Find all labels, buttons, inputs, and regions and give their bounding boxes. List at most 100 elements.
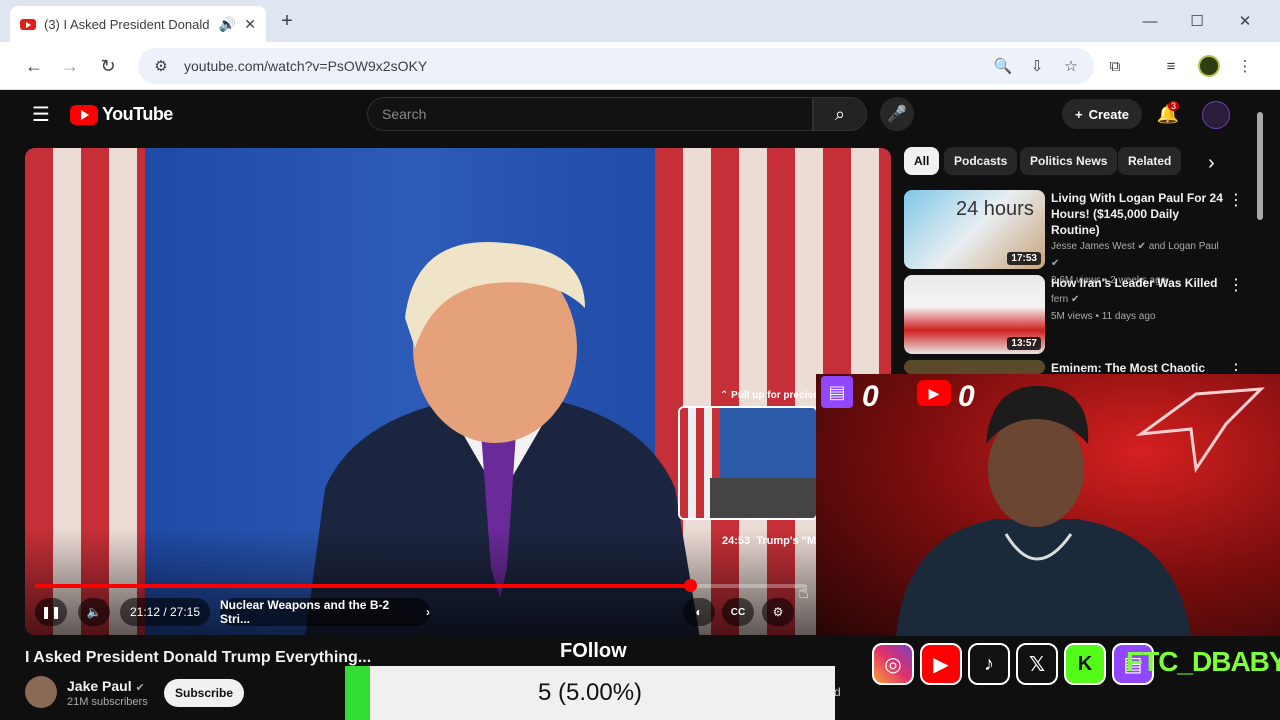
search-input[interactable]: Search <box>367 97 813 131</box>
duration-badge: 17:53 <box>1007 252 1041 265</box>
bookmark-star-icon[interactable]: ☆ <box>1060 55 1082 77</box>
verified-check-icon: ✔ <box>1071 294 1080 305</box>
preview-time: 24:53 Trump's "M <box>722 535 816 547</box>
video-thumbnail[interactable]: 24 hours 17:53 <box>904 190 1045 269</box>
webcam-overlay <box>816 374 1280 636</box>
streamer-handle: FTC_DBABY <box>1126 646 1280 677</box>
channel-extra-text: and Logan Paul <box>1148 241 1219 252</box>
maximize-icon[interactable]: ☐ <box>1182 8 1212 34</box>
account-avatar[interactable] <box>1202 101 1230 129</box>
create-label: Create <box>1088 106 1130 122</box>
kick-icon: K <box>1064 643 1106 685</box>
video-thumbnail[interactable] <box>904 360 1045 374</box>
recommendation-item[interactable]: Eminem: The Most Chaotic ⋮ <box>904 360 1244 379</box>
recommendation-channel: fern ✔ <box>1051 291 1229 308</box>
media-controls-icon[interactable]: ≡ <box>1160 55 1182 77</box>
verified-check-icon: ✔ <box>1051 258 1060 269</box>
preview-timestamp: 24:53 <box>722 535 751 547</box>
site-info-icon[interactable]: ⚙ <box>150 55 172 77</box>
social-icons: ◎ ▶ ♪ 𝕏 K ▤ <box>872 643 1154 685</box>
chip-politics-news[interactable]: Politics News <box>1020 147 1118 175</box>
pause-icon[interactable]: ❚❚ <box>35 598 67 626</box>
new-tab-button[interactable]: + <box>276 10 298 32</box>
hamburger-menu-icon[interactable]: ☰ <box>30 103 52 126</box>
autoplay-toggle-icon[interactable]: ◐ <box>683 598 715 626</box>
subscribe-button[interactable]: Subscribe <box>164 679 244 707</box>
youtube-icon: ▶ <box>917 380 951 406</box>
audio-playing-icon[interactable]: 🔊 <box>219 16 236 33</box>
mouse-cursor-icon: ☝ <box>798 582 809 602</box>
chevron-up-icon: ⌃ <box>720 390 729 401</box>
follow-goal-bar: 5 (5.00%) <box>345 666 835 720</box>
address-bar[interactable]: ⚙ youtube.com/watch?v=PsOW9x2sOKY 🔍 ⇩ ☆ <box>138 48 1094 84</box>
chip-podcasts[interactable]: Podcasts <box>944 147 1018 175</box>
twitch-count: 0 <box>862 380 879 413</box>
chapter-title: Nuclear Weapons and the B-2 Stri... <box>220 598 390 626</box>
more-options-icon[interactable]: ⋮ <box>1228 190 1244 210</box>
more-options-icon[interactable]: ⋮ <box>1228 275 1244 295</box>
recommendation-title[interactable]: Living With Logan Paul For 24 Hours! ($1… <box>1051 190 1229 238</box>
recommendation-meta: 5M views • 11 days ago <box>1051 311 1156 322</box>
create-button[interactable]: + Create <box>1062 99 1142 129</box>
youtube-favicon-icon <box>20 18 36 30</box>
browser-toolbar: ← → ↻ ⚙ youtube.com/watch?v=PsOW9x2sOKY … <box>0 42 1280 90</box>
duration-badge: 13:57 <box>1007 337 1041 350</box>
preview-hint-text: Pull up for precise s <box>731 390 827 401</box>
chevron-right-icon: › <box>426 605 430 619</box>
streamer-figure <box>896 385 1191 636</box>
recommendation-title[interactable]: How Iran's Leader Was Killed <box>1051 275 1229 291</box>
time-display: 21:12 / 27:15 <box>120 598 210 626</box>
install-app-icon[interactable]: ⇩ <box>1026 55 1048 77</box>
close-window-icon[interactable]: ✕ <box>1230 8 1260 34</box>
channel-avatar[interactable] <box>25 676 57 708</box>
url-text[interactable]: youtube.com/watch?v=PsOW9x2sOKY <box>184 58 980 74</box>
sidebar-scrollbar[interactable] <box>1257 112 1263 220</box>
recommendation-item[interactable]: 24 hours 17:53 Living With Logan Paul Fo… <box>904 190 1244 286</box>
follow-goal-text: 5 (5.00%) <box>537 679 643 706</box>
seek-preview-thumbnail <box>678 406 818 520</box>
thumbnail-text: 24 hours <box>956 198 1034 220</box>
chips-next-icon[interactable]: › <box>1208 152 1215 175</box>
progress-played <box>35 584 690 588</box>
instagram-icon: ◎ <box>872 643 914 685</box>
x-icon: 𝕏 <box>1016 643 1058 685</box>
preview-hint: ⌃ Pull up for precise s <box>720 390 827 401</box>
preview-chairs <box>710 478 816 518</box>
youtube-play-icon <box>70 104 98 125</box>
google-lens-icon[interactable]: ⧉ <box>1104 55 1126 77</box>
microphone-icon[interactable]: 🎤 <box>880 97 914 131</box>
youtube-count: 0 <box>958 380 975 413</box>
scrubber-handle[interactable] <box>684 579 697 592</box>
recommendation-item[interactable]: 13:57 How Iran's Leader Was Killed fern … <box>904 275 1244 354</box>
channel-name-text[interactable]: Jake Paul <box>67 678 132 694</box>
browser-tab[interactable]: (3) I Asked President Donald Trump Every… <box>10 6 266 42</box>
progress-bar[interactable] <box>35 579 805 592</box>
verified-check-icon: ✔ <box>135 682 145 694</box>
zoom-icon[interactable]: 🔍 <box>992 55 1014 77</box>
captions-icon[interactable]: CC <box>722 598 754 626</box>
reload-icon[interactable]: ↻ <box>96 54 120 78</box>
search-icon[interactable]: ⌕ <box>813 97 867 131</box>
settings-gear-icon[interactable]: ⚙ <box>762 598 794 626</box>
preview-chapter: Trump's "M <box>756 535 817 547</box>
partial-label: d <box>834 685 841 699</box>
profile-avatar[interactable] <box>1198 55 1220 77</box>
follow-goal-label: FOllow <box>560 640 627 662</box>
tiktok-icon: ♪ <box>968 643 1010 685</box>
chapter-button[interactable]: Nuclear Weapons and the B-2 Stri... › <box>220 598 430 626</box>
chip-all[interactable]: All <box>904 147 940 175</box>
volume-icon[interactable]: 🔈 <box>78 598 110 626</box>
recommendation-channel: Jesse James West ✔ and Logan Paul ✔ <box>1051 238 1229 272</box>
minimize-icon[interactable]: — <box>1135 8 1165 34</box>
youtube-logo[interactable]: YouTube <box>70 104 173 125</box>
browser-menu-icon[interactable]: ⋮ <box>1234 55 1256 77</box>
video-thumbnail[interactable]: 13:57 <box>904 275 1045 354</box>
back-icon[interactable]: ← <box>22 54 46 78</box>
tab-title: (3) I Asked President Donald Trump Every… <box>44 16 211 32</box>
channel-name[interactable]: Jake Paul ✔ <box>67 678 145 694</box>
close-tab-icon[interactable]: ✕ <box>244 16 256 33</box>
forward-icon[interactable]: → <box>58 54 82 78</box>
plus-icon: + <box>1074 106 1083 122</box>
chip-related[interactable]: Related <box>1118 147 1182 175</box>
twitch-icon: ▤ <box>821 376 853 408</box>
